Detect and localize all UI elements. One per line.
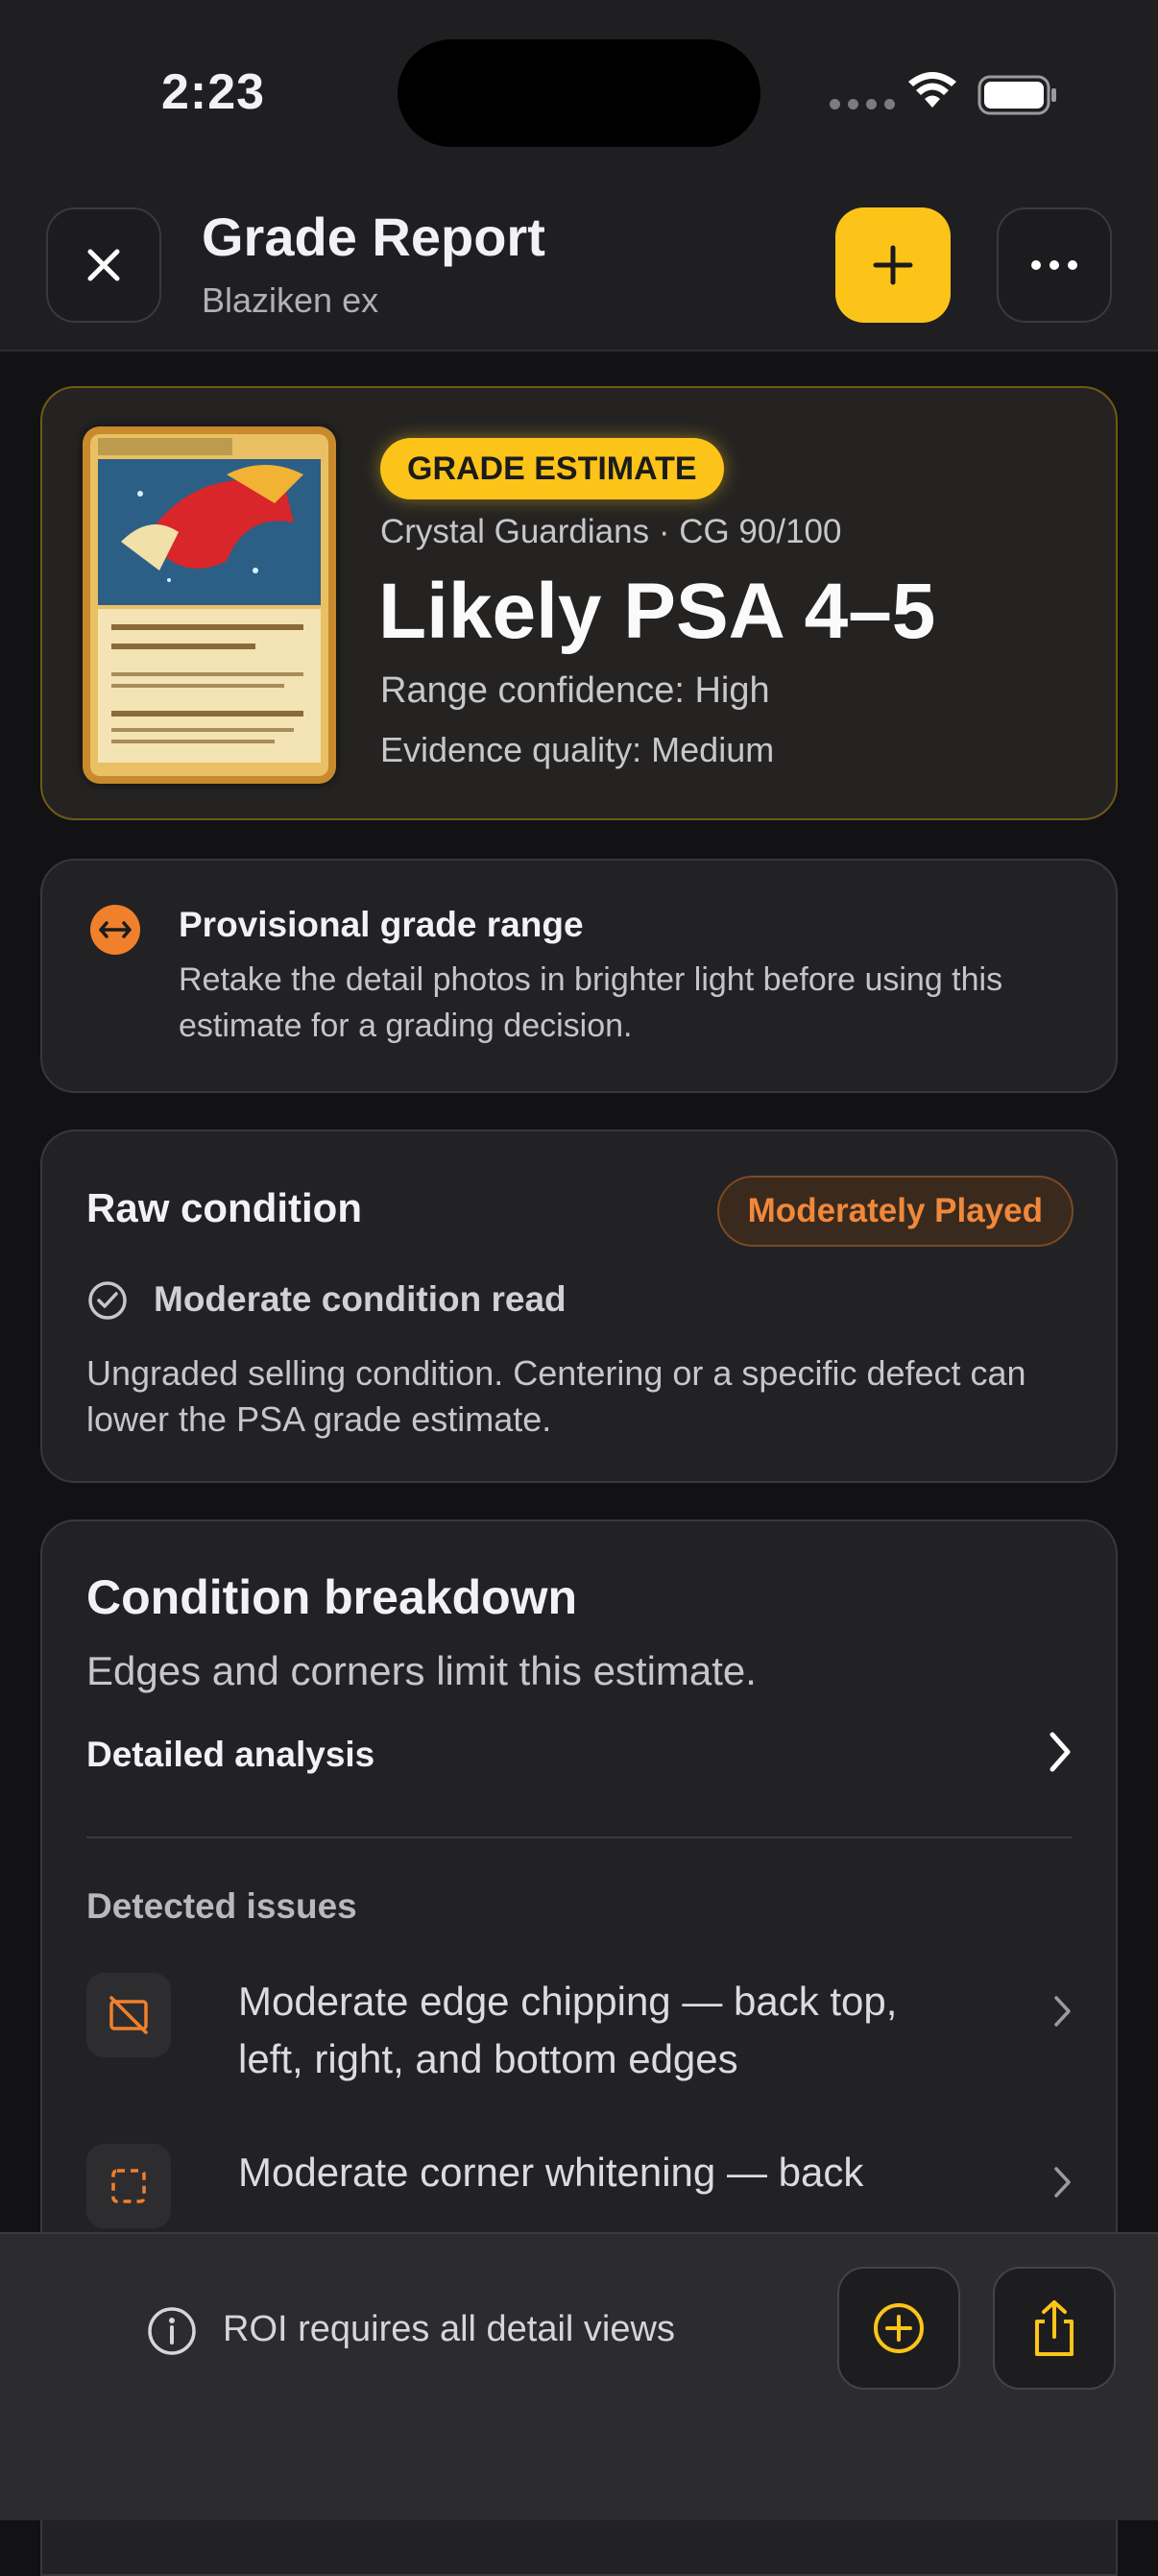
add-button[interactable] xyxy=(835,207,951,323)
plus-circle-icon xyxy=(874,2303,924,2353)
breakdown-subtitle: Edges and corners limit this estimate. xyxy=(86,1648,757,1693)
check-circle-icon xyxy=(88,1281,127,1320)
share-button[interactable] xyxy=(993,2267,1116,2390)
wifi-icon xyxy=(908,72,956,108)
chevron-right-icon xyxy=(1054,2167,1071,2198)
card-set-line: Crystal Guardians · CG 90/100 xyxy=(380,513,842,550)
notice-title: Provisional grade range xyxy=(179,905,584,944)
plus-icon xyxy=(873,245,913,285)
raw-condition-card: Raw condition Moderately Played Moderate… xyxy=(40,1130,1118,1483)
add-detail-button[interactable] xyxy=(837,2267,960,2390)
share-icon xyxy=(1035,2300,1074,2356)
issue-item[interactable]: Moderate edge chipping — back top, left,… xyxy=(86,1973,1074,2107)
info-icon xyxy=(148,2307,196,2355)
more-icon xyxy=(1031,260,1077,270)
detailed-analysis-link[interactable]: Detailed analysis xyxy=(86,1735,374,1775)
grade-estimate-badge: GRADE ESTIMATE xyxy=(380,438,724,499)
grade-estimate-card: GRADE ESTIMATE Crystal Guardians · CG 90… xyxy=(40,386,1118,820)
dynamic-island xyxy=(398,39,760,147)
edge-icon xyxy=(86,1973,171,2057)
chevron-right-icon xyxy=(1054,1996,1071,2027)
issue-text: Moderate corner whitening — back xyxy=(238,2150,864,2195)
signal-icon xyxy=(830,99,895,109)
condition-pill: Moderately Played xyxy=(716,1176,1074,1247)
roi-requirement-text: ROI requires all detail views xyxy=(223,2309,675,2349)
more-button[interactable] xyxy=(997,207,1112,323)
range-confidence: Range confidence: High xyxy=(380,670,770,711)
card-thumbnail[interactable] xyxy=(83,426,336,784)
range-icon xyxy=(90,905,140,955)
close-button[interactable] xyxy=(46,207,161,323)
chevron-right-icon[interactable] xyxy=(1047,1731,1074,1773)
notice-body: Retake the detail photos in brighter lig… xyxy=(179,961,1003,1044)
top-bar: 2:23 Grade Report Blaziken ex xyxy=(0,0,1158,352)
provisional-notice-card: Provisional grade range Retake the detai… xyxy=(40,859,1118,1093)
detected-issues-heading: Detected issues xyxy=(86,1886,357,1926)
battery-icon xyxy=(977,75,1056,115)
condition-read-label: Moderate condition read xyxy=(154,1279,567,1319)
raw-condition-title: Raw condition xyxy=(86,1185,362,1230)
page-title: Grade Report xyxy=(202,207,545,267)
page-subtitle: Blaziken ex xyxy=(202,280,379,320)
corner-icon xyxy=(86,2144,171,2228)
breakdown-title: Condition breakdown xyxy=(86,1570,578,1624)
status-time: 2:23 xyxy=(161,64,266,120)
issue-text: Moderate edge chipping — back top, left,… xyxy=(238,1979,898,2081)
grade-estimate-value: Likely PSA 4–5 xyxy=(378,568,936,655)
evidence-quality: Evidence quality: Medium xyxy=(380,730,775,769)
bottom-bar: ROI requires all detail views xyxy=(0,2232,1158,2520)
close-icon xyxy=(87,249,120,281)
card-image xyxy=(83,426,336,784)
raw-condition-body: Ungraded selling condition. Centering or… xyxy=(86,1353,1026,1439)
divider xyxy=(86,1836,1072,1838)
